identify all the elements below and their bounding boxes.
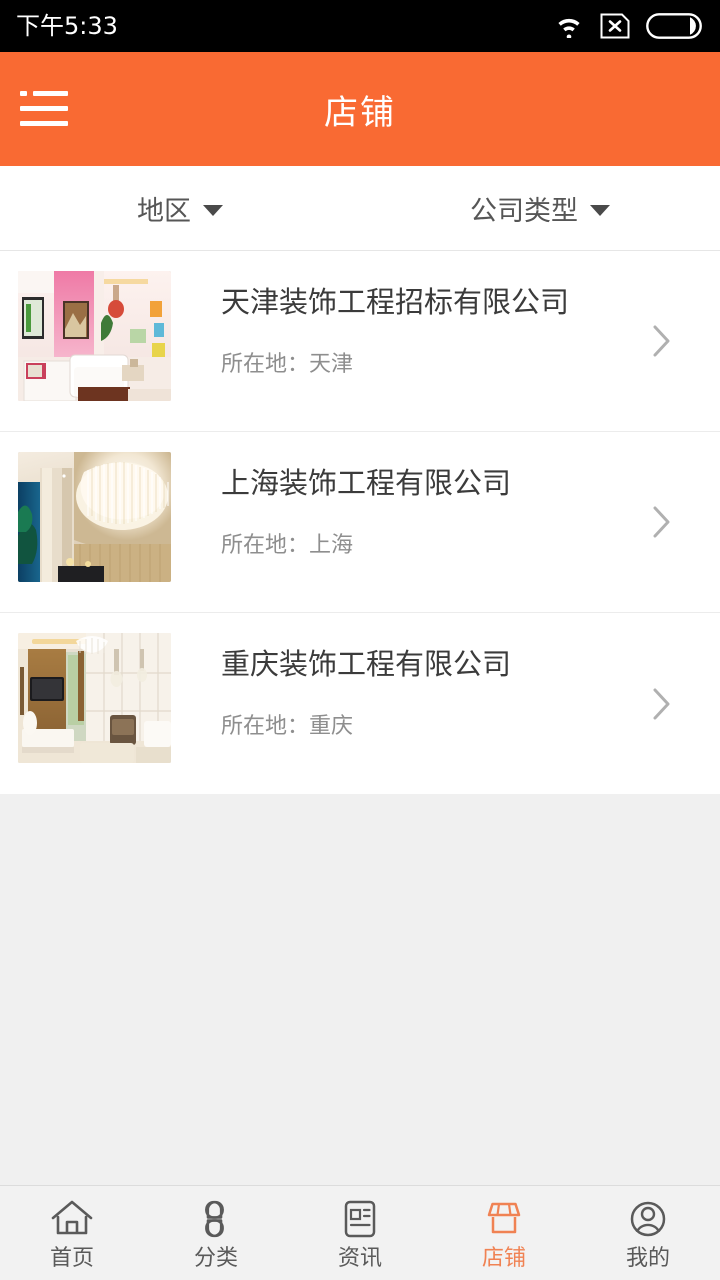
chevron-down-icon [203,204,223,216]
chevron-right-icon[interactable] [652,687,672,721]
shop-info: 重庆装饰工程有限公司 所在地：重庆 [171,633,702,740]
shop-thumbnail [18,271,171,401]
app-header: 店铺 [0,52,720,166]
shop-list: 天津装饰工程招标有限公司 所在地：天津 上海装饰工程有限公司 所在地：上海 重庆… [0,251,720,794]
shop-icon [481,1196,527,1242]
news-icon [337,1196,383,1242]
shop-name: 上海装饰工程有限公司 [221,466,512,500]
tab-news[interactable]: 资讯 [288,1186,432,1280]
shop-info: 天津装饰工程招标有限公司 所在地：天津 [171,271,702,378]
profile-icon [625,1196,671,1242]
filter-region[interactable]: 地区 [0,166,360,250]
battery-icon [646,13,702,39]
filter-company-type-label: 公司类型 [470,195,578,227]
hamburger-line-2 [20,106,68,111]
status-time: 下午5:33 [16,12,118,40]
filter-region-label: 地区 [137,195,191,227]
hamburger-dot [20,91,27,96]
hamburger-line-1 [33,91,68,96]
tab-home[interactable]: 首页 [0,1186,144,1280]
tab-shop-label: 店铺 [481,1246,526,1271]
list-item[interactable]: 天津装饰工程招标有限公司 所在地：天津 [0,251,720,432]
hamburger-line-3 [20,121,68,126]
page-title: 店铺 [324,92,396,133]
tab-news-label: 资讯 [337,1246,382,1271]
sim-card-disabled-icon [600,13,630,39]
tab-category-label: 分类 [193,1246,238,1271]
empty-content-area [0,794,720,1185]
tab-profile[interactable]: 我的 [576,1186,720,1280]
app-screen: 下午5:33 店铺 地区 公司类型 天津装饰工程招标有限公司 所在地：天津 上海… [0,0,720,1280]
status-bar: 下午5:33 [0,0,720,52]
shop-info: 上海装饰工程有限公司 所在地：上海 [171,452,702,559]
chevron-down-icon [590,204,610,216]
tab-category[interactable]: 分类 [144,1186,288,1280]
shop-location: 所在地：重庆 [221,713,354,739]
tab-shop[interactable]: 店铺 [432,1186,576,1280]
tab-home-label: 首页 [49,1246,94,1271]
filter-company-type[interactable]: 公司类型 [360,166,720,250]
tab-profile-label: 我的 [625,1246,670,1271]
category-icon [193,1196,239,1242]
shop-thumbnail [18,452,171,582]
shop-location: 所在地：天津 [221,351,354,377]
hamburger-menu-icon[interactable] [20,89,68,129]
shop-location: 所在地：上海 [221,532,354,558]
chevron-right-icon[interactable] [652,324,672,358]
bottom-tab-bar: 首页 分类 资讯 店铺 我的 [0,1185,720,1280]
home-icon [49,1196,95,1242]
shop-name: 天津装饰工程招标有限公司 [221,285,570,319]
list-item[interactable]: 重庆装饰工程有限公司 所在地：重庆 [0,613,720,794]
shop-name: 重庆装饰工程有限公司 [221,647,512,681]
wifi-icon [554,14,584,38]
filter-bar: 地区 公司类型 [0,166,720,251]
list-item[interactable]: 上海装饰工程有限公司 所在地：上海 [0,432,720,613]
chevron-right-icon[interactable] [652,505,672,539]
shop-thumbnail [18,633,171,763]
status-icons [554,13,702,39]
